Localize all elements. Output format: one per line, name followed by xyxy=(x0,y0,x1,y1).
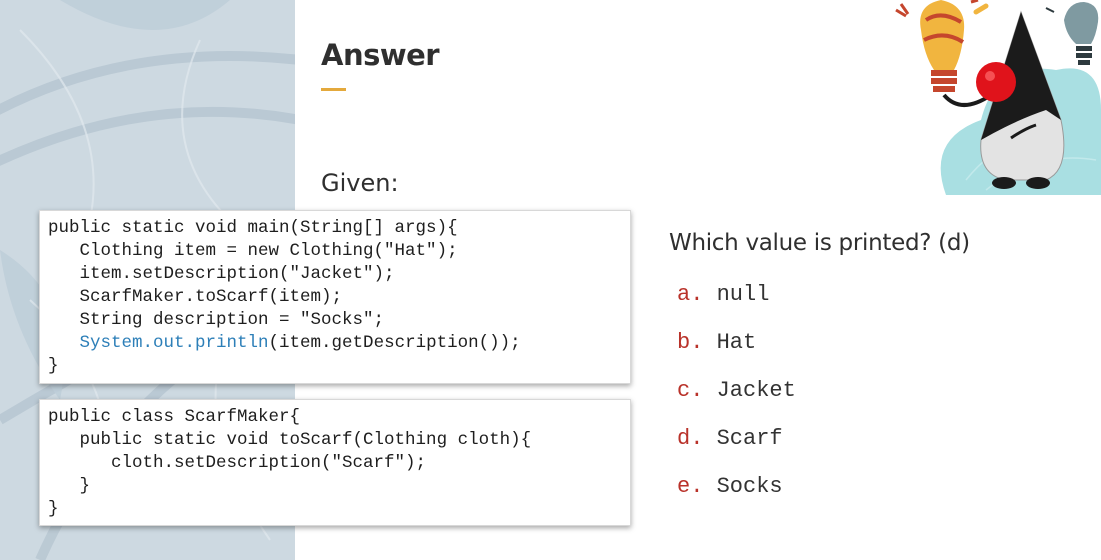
system-out-println-token: System.out.println xyxy=(79,333,269,353)
slide-title: Answer xyxy=(321,38,440,72)
code-line: } xyxy=(48,476,91,496)
title-underline xyxy=(321,88,346,91)
question-text: Which value is printed? (d) xyxy=(669,230,970,256)
code-line-rest: (item.getDescription()); xyxy=(268,333,521,353)
given-label: Given: xyxy=(321,169,399,197)
code-line: } xyxy=(48,499,59,519)
code-line: item.setDescription("Jacket"); xyxy=(48,264,395,284)
option-c: c. Jacket xyxy=(677,378,796,426)
option-b: b. Hat xyxy=(677,330,796,378)
option-letter: e. xyxy=(677,474,704,499)
option-letter: d. xyxy=(677,426,704,451)
code-block-scarfmaker: public class ScarfMaker{ public static v… xyxy=(39,399,631,526)
code-line: } xyxy=(48,356,59,376)
duke-mascot-with-lightbulb-icon xyxy=(895,0,1101,195)
code-line: ScarfMaker.toScarf(item); xyxy=(48,287,343,307)
option-value: Hat xyxy=(716,330,757,355)
code-line: Clothing item = new Clothing("Hat"); xyxy=(48,241,458,261)
option-e: e. Socks xyxy=(677,474,796,522)
code-line: public static void toScarf(Clothing clot… xyxy=(48,430,532,450)
option-value: null xyxy=(716,282,770,307)
code-line: public static void main(String[] args){ xyxy=(48,218,458,238)
answer-options: a. null b. Hat c. Jacket d. Scarf e. Soc… xyxy=(677,282,796,522)
option-value: Scarf xyxy=(716,426,783,451)
option-letter: b. xyxy=(677,330,704,355)
option-letter: c. xyxy=(677,378,704,403)
code-line: cloth.setDescription("Scarf"); xyxy=(48,453,427,473)
code-line: public class ScarfMaker{ xyxy=(48,407,301,427)
option-d: d. Scarf xyxy=(677,426,796,474)
option-value: Jacket xyxy=(716,378,796,403)
code-line: String description = "Socks"; xyxy=(48,310,385,330)
code-line-println: System.out.println(item.getDescription()… xyxy=(48,332,630,355)
option-a: a. null xyxy=(677,282,796,330)
code-block-main: public static void main(String[] args){ … xyxy=(39,210,631,384)
option-value: Socks xyxy=(716,474,783,499)
option-letter: a. xyxy=(677,282,704,307)
